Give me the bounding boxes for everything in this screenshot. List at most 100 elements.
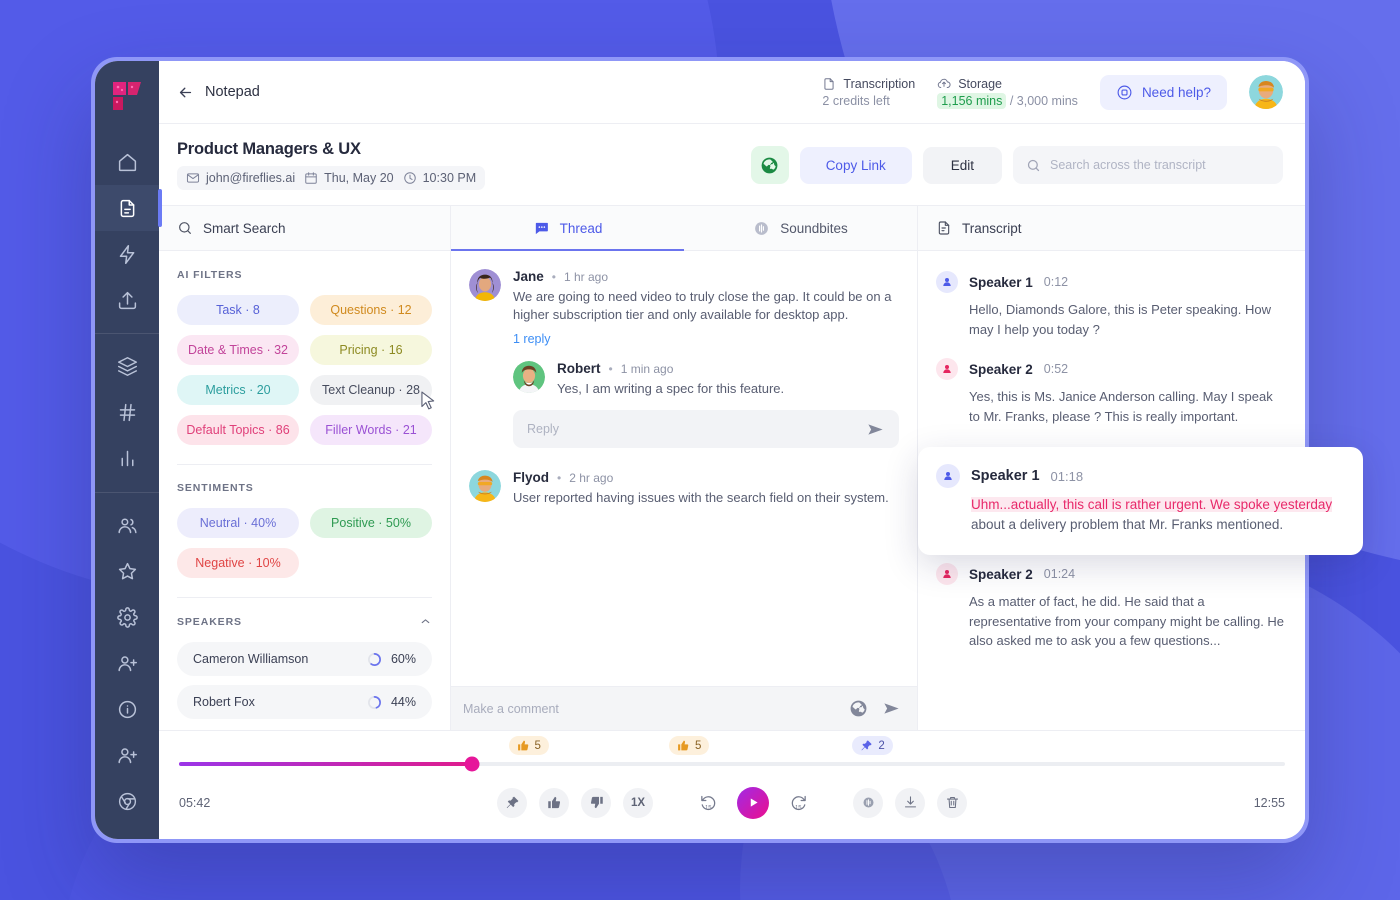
transcript-entry-highlighted[interactable]: Speaker 1 01:18 Uhm...actually, this call … [918,447,1363,555]
comment-input[interactable] [463,701,835,716]
play-button[interactable] [737,786,769,819]
speaker-row[interactable]: Robert Fox 44% [177,685,432,719]
play-icon [750,798,758,807]
storage-used: 1,156 mins [937,92,1007,109]
download-button[interactable] [895,787,925,818]
sidebar-item-notepad[interactable] [95,185,162,231]
rewind-15-button[interactable]: 15 [693,788,723,818]
sidebar-item-upload[interactable] [95,277,159,323]
trash-icon [946,796,958,809]
highlighted-phrase: Uhm...actually, this call is rather urge… [971,497,1333,512]
sidebar-item-info[interactable] [95,687,159,733]
copy-link-button[interactable]: Copy Link [799,146,912,184]
playback-speed-button[interactable]: 1X [623,787,653,818]
speaker-progress-ring [368,695,381,709]
pin-button[interactable] [497,787,527,818]
edit-button[interactable]: Edit [922,146,1002,184]
speaker-avatar [936,271,958,293]
media-player: 552 05:42 1X 15 15 12:55 [159,730,1305,839]
transcript-text: Yes, this is Ms. Janice Anderson calling… [969,389,1273,424]
sidebar-item-team[interactable] [95,503,159,549]
sidebar-item-library[interactable] [95,344,159,390]
sidebar-item-analytics[interactable] [95,436,159,482]
user-avatar[interactable] [1249,75,1283,109]
soundbite-button[interactable] [853,787,883,818]
add-user-icon [117,656,137,672]
ai-filter-chip-2[interactable]: Date & Times · 32 [177,335,299,365]
player-marker-badge[interactable]: 5 [508,736,549,755]
forward-15-button[interactable]: 15 [783,788,813,818]
share-public-button[interactable] [750,146,789,184]
smart-search-label: Smart Search [203,220,286,236]
meta-email: john@fireflies.ai [186,171,295,185]
back-label: Notepad [205,84,260,100]
ai-filter-chip-5[interactable]: Text Cleanup · 28 [310,375,432,405]
player-marker-badge[interactable]: 5 [668,736,710,755]
avatar [469,269,501,301]
meeting-meta: john@fireflies.ai Thu, May 20 10:30 PM [177,166,486,190]
ai-filter-chip-7[interactable]: Filler Words · 21 [310,415,432,445]
post-author: Flyod [513,470,549,486]
comment-bar[interactable] [451,686,917,730]
transcript-entry[interactable]: Speaker 2 0:52 Yes, this is Ms. Janice And… [918,358,1305,445]
badge-count: 5 [694,739,702,752]
jane-avatar-image [469,269,501,301]
back-button[interactable]: Notepad [177,84,260,101]
ai-filter-chip-6[interactable]: Default Topics · 86 [177,415,299,445]
transcript-search[interactable] [1013,146,1283,184]
globe-icon [761,157,778,173]
need-help-button[interactable]: Need help? [1099,74,1227,110]
badge-count: 2 [878,739,885,752]
gear-icon [116,607,138,629]
sidebar-item-home[interactable] [95,139,159,185]
transcript-entry[interactable]: Speaker 2 01:24 As a matter of fact, he di… [918,563,1305,670]
transcript-entry[interactable]: Speaker 1 0:12 Hello, Diamonds Galore, thi… [918,271,1305,358]
sidebar-item-automation[interactable] [95,231,159,277]
sentiment-chip-1[interactable]: Positive · 50% [310,508,432,538]
sidebar-item-favorites[interactable] [95,549,159,595]
tab-thread[interactable]: Thread [451,206,684,251]
search-input[interactable] [1050,158,1270,172]
tab-soundbites[interactable]: Soundbites [684,206,917,250]
sentiment-chip-list: Neutral · 40% Positive · 50% Negative · 10… [177,508,432,578]
pin-icon [861,740,872,751]
ai-filter-chip-4[interactable]: Metrics · 20 [177,375,299,405]
ai-filter-chip-3[interactable]: Pricing · 16 [310,335,432,365]
sentiment-chip-0[interactable]: Neutral · 40% [177,508,299,538]
send-icon[interactable] [882,699,901,718]
soundbite-icon [755,221,769,235]
sentiment-chip-2[interactable]: Negative · 10% [177,548,299,578]
reply-input-box[interactable] [513,410,899,449]
speaker-row[interactable]: Cameron Williamson 60% [177,642,432,676]
reply-input[interactable] [527,422,866,437]
reply-count-link[interactable]: 1 reply [513,332,551,346]
player-marker-badge[interactable]: 2 [852,736,893,755]
post-text: User reported having issues with the sea… [513,490,889,506]
ai-filter-chip-0[interactable]: Task · 8 [177,295,299,325]
reply-author: Robert [557,360,601,376]
transcription-credits: Transcription 2 credits left [822,77,915,108]
post-time: 1 hr ago [563,270,609,284]
chrome-icon [118,793,136,811]
sidebar-item-invite-bottom[interactable] [95,733,159,779]
sidebar-item-chrome-extension[interactable] [95,779,159,825]
sidebar-item-settings[interactable] [95,595,159,641]
transcription-credits-value: 2 credits left [822,93,890,108]
users-icon [117,518,137,534]
meta-date-text: Thu, May 20 [324,171,394,185]
svg-text:15: 15 [794,806,801,812]
like-button[interactable] [539,787,569,818]
globe-icon[interactable] [849,699,868,718]
send-icon[interactable] [866,420,885,439]
dislike-button[interactable] [581,787,611,818]
chevron-up-icon[interactable] [419,615,432,628]
thumbs-up-icon [517,740,528,751]
sidebar-item-channels[interactable] [95,390,159,436]
sidebar [95,61,162,839]
ai-filter-chip-1[interactable]: Questions · 12 [310,295,432,325]
delete-button[interactable] [937,787,967,818]
sidebar-item-invite[interactable] [95,641,159,687]
reply-text: Yes, I am writing a spec for this featur… [557,380,785,396]
speaker-percent: 60% [390,652,416,666]
ai-filter-chip-list: Task · 8 Questions · 12 Date & Times · 32 P… [177,295,432,445]
